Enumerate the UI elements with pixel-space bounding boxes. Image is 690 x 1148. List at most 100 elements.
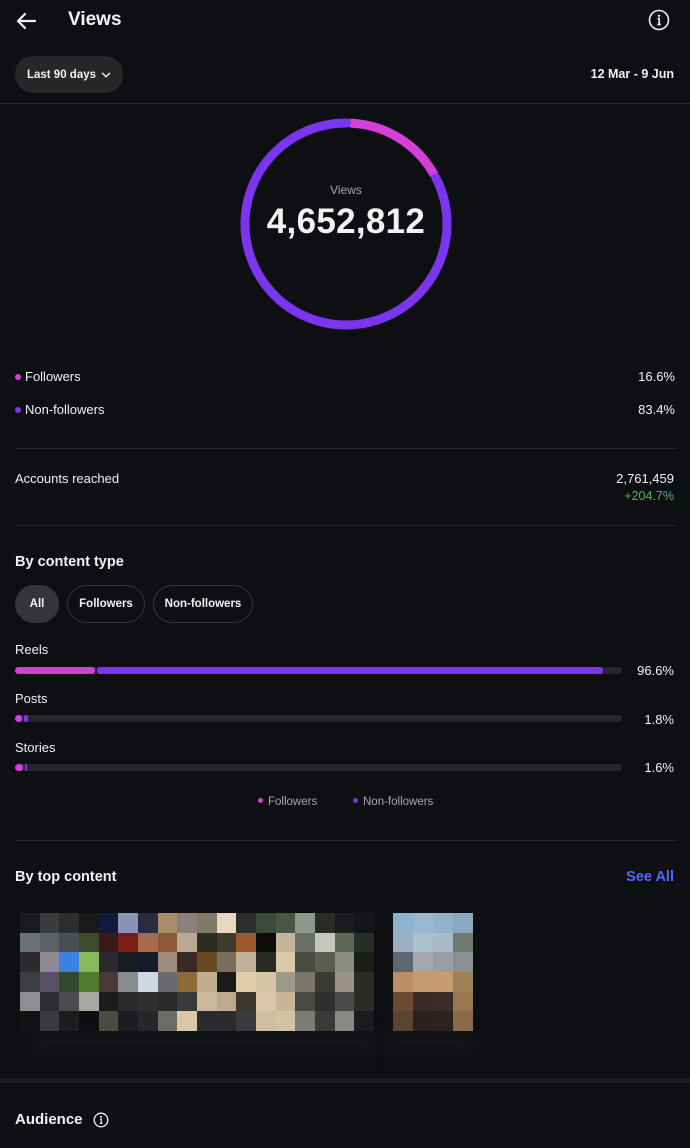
followers-dot [15,374,21,380]
content-type-bar-reels [15,667,622,674]
thumbnail-pixel [314,913,335,933]
thumbnail-pixel [453,932,473,953]
thumbnail-pixel [216,952,237,972]
thumbnail-pixel [255,991,276,1012]
chip-non-followers[interactable]: Non-followers [153,585,253,623]
thumbnail-pixel [275,952,296,972]
thumbnail-pixel [157,952,178,972]
thumbnail-pixel [59,991,79,1012]
top-content-thumbnail[interactable] [393,913,473,1031]
views-label: Views [330,183,362,197]
content-type-percent-posts: 1.8% [644,712,674,727]
thumbnail-pixel [78,1011,99,1031]
thumbnail-pixel [393,932,413,953]
date-range-dropdown[interactable]: Last 90 days [15,56,123,93]
divider [15,448,675,449]
chip-followers[interactable]: Followers [67,585,145,623]
thumbnail-pixel [255,1011,276,1031]
thumbnail-pixel [216,971,237,992]
thumbnail-pixel [275,991,296,1012]
non-followers-percent: 83.4% [638,402,675,417]
thumbnail-pixel [236,1011,256,1031]
content-type-label-stories: Stories [15,740,56,755]
thumbnail-pixel [354,971,374,992]
legend-row-non-followers: Non-followers 83.4% [15,401,675,421]
thumbnail-pixel [275,1011,296,1031]
accounts-reached-value: 2,761,459 [616,471,674,486]
arrow-left-icon[interactable] [14,9,38,33]
thumbnail-pixel [39,952,60,972]
thumbnail-pixel [118,952,138,972]
thumbnail-pixel [413,913,433,933]
info-circle-icon[interactable] [648,9,670,31]
thumbnail-pixel [314,932,335,953]
thumbnail-pixel [236,971,256,992]
thumbnail-pixel [98,991,119,1012]
thumbnail-pixel [255,932,276,953]
followers-dot [258,798,263,804]
thumbnail-pixel [255,971,276,992]
thumbnail-pixel [354,952,374,972]
thumbnail-pixel [137,913,158,933]
info-circle-icon[interactable] [93,1112,109,1128]
non-followers-dot [353,798,358,804]
thumbnail-pixel [433,952,453,972]
thumbnail-pixel [393,1011,413,1031]
thumbnail-pixel [177,952,197,972]
thumbnail-pixel [196,932,217,953]
thumbnail-pixel [78,952,99,972]
thumbnail-pixel [334,932,355,953]
thumbnail-pixel [196,991,217,1012]
thumbnail-pixel [137,952,158,972]
thumbnail-pixel [453,971,473,992]
thumbnail-pixel [275,932,296,953]
thumbnail-pixel [334,971,355,992]
thumbnail-pixel [453,1011,473,1031]
thumbnail-pixel [295,991,315,1012]
content-type-label-reels: Reels [15,642,49,657]
content-type-percent-reels: 96.6% [637,663,674,678]
thumbnail-pixel [118,991,138,1012]
content-type-percent-stories: 1.6% [644,760,674,775]
bar-legend-followers-label: Followers [268,796,318,808]
thumbnail-pixel [118,932,138,953]
thumbnail-pixel [59,913,79,933]
thumbnail-pixel [236,991,256,1012]
thumbnail-pixel [78,932,99,953]
thumbnail-pixel [216,913,237,933]
thumbnail-pixel [137,991,158,1012]
thumbnail-pixel [393,952,413,972]
thumbnail-pixel [177,913,197,933]
divider [15,525,675,526]
views-total: 4,652,812 [266,202,426,241]
thumbnail-pixel [20,991,40,1012]
thumbnail-pixel [275,913,296,933]
top-content-thumbnail[interactable] [20,913,374,1031]
thumbnail-pixel [334,1011,355,1031]
legend-row-followers: Followers 16.6% [15,368,675,388]
thumbnail-pixel [433,991,453,1012]
thumbnail-pixel [137,971,158,992]
thumbnail-pixel [98,971,119,992]
thumbnail-pixel [59,971,79,992]
thumbnail-pixel [354,991,374,1012]
thumbnail-pixel [78,971,99,992]
non-followers-dot [15,407,21,413]
date-range-text: 12 Mar - 9 Jun [590,67,674,81]
thumbnail-pixel [236,913,256,933]
thumbnail-pixel [137,1011,158,1031]
thumbnail-pixel [118,971,138,992]
thumbnail-pixel [433,932,453,953]
thumbnail-pixel [295,952,315,972]
content-type-bar-posts [15,715,622,722]
thumbnail-pixel [39,971,60,992]
date-range-dropdown-label: Last 90 days [26,68,97,81]
page-title: Views [68,9,122,30]
thumbnail-pixel [295,913,315,933]
thumbnail-pixel [196,1011,217,1031]
thumbnail-pixel [59,1011,79,1031]
thumbnail-pixel [98,952,119,972]
chip-all[interactable]: All [15,585,59,623]
bar-segment-followers [15,667,96,674]
see-all-link[interactable]: See All [626,869,674,885]
